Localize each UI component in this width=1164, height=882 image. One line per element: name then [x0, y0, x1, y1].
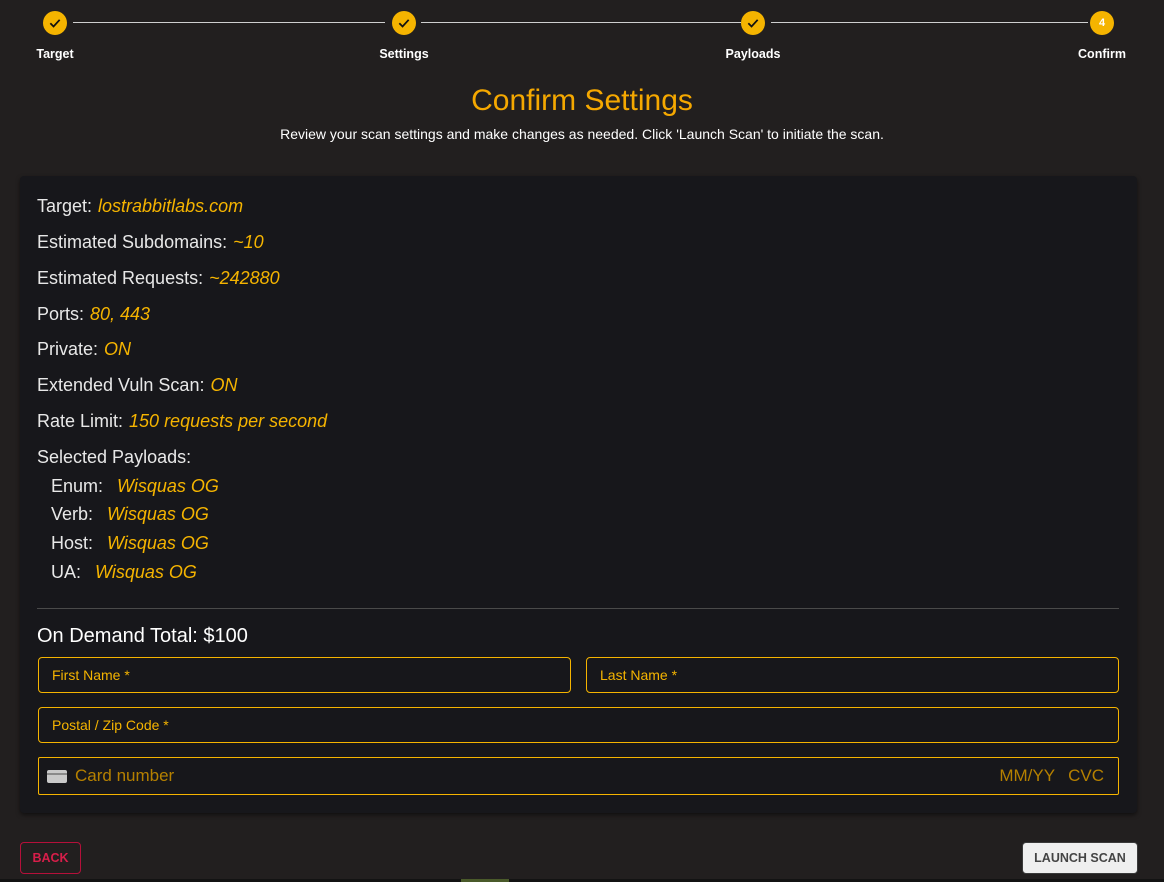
summary-private: Private: ON	[37, 339, 131, 360]
summary-ports: Ports: 80, 443	[37, 304, 150, 325]
summary-value: ~10	[233, 232, 264, 252]
card-number-placeholder: Card number	[75, 766, 175, 785]
postal-code-placeholder: Postal / Zip Code *	[52, 717, 169, 733]
step-settings[interactable]: Settings	[349, 11, 459, 61]
step-connector	[421, 22, 741, 23]
step-connector	[771, 22, 1088, 23]
first-name-field[interactable]: First Name *	[38, 657, 571, 693]
summary-vuln-scan: Extended Vuln Scan: ON	[37, 375, 237, 396]
payload-ua: UA: Wisquas OG	[51, 562, 197, 583]
payload-value: Wisquas OG	[107, 504, 209, 524]
step-target[interactable]: Target	[0, 11, 110, 61]
step-label: Payloads	[725, 47, 781, 61]
summary-subdomains: Estimated Subdomains: ~10	[37, 232, 264, 253]
summary-label: Rate Limit:	[37, 411, 124, 431]
check-icon	[43, 11, 67, 35]
payload-label: Enum:	[51, 476, 104, 496]
summary-label: Ports:	[37, 304, 85, 324]
card-expiry-placeholder[interactable]: MM/YY	[999, 766, 1055, 786]
last-name-field[interactable]: Last Name *	[586, 657, 1119, 693]
card-number-field[interactable]: Card number MM/YY CVC	[38, 757, 1119, 795]
summary-value: 80, 443	[90, 304, 151, 324]
page-title: Confirm Settings	[471, 84, 693, 117]
stepper: Target Settings Payloads 4 Confirm	[0, 0, 1164, 80]
payload-enum: Enum: Wisquas OG	[51, 476, 219, 497]
payload-label: UA:	[51, 562, 82, 582]
step-connector	[73, 22, 385, 23]
payload-value: Wisquas OG	[107, 533, 209, 553]
check-icon	[741, 11, 765, 35]
step-number: 4	[1090, 11, 1114, 35]
summary-value: ON	[210, 375, 238, 395]
credit-card-icon	[47, 769, 67, 783]
summary-requests: Estimated Requests: ~242880	[37, 268, 280, 289]
summary-rate-limit: Rate Limit: 150 requests per second	[37, 411, 327, 432]
summary-value: ON	[104, 339, 132, 359]
page-subtitle: Review your scan settings and make chang…	[280, 126, 884, 142]
step-label: Confirm	[1078, 47, 1126, 61]
payload-label: Verb:	[51, 504, 94, 524]
summary-value: ~242880	[209, 268, 280, 288]
step-payloads[interactable]: Payloads	[698, 11, 808, 61]
payload-value: Wisquas OG	[95, 562, 197, 582]
summary-payloads-heading: Selected Payloads:	[37, 447, 192, 467]
payload-verb: Verb: Wisquas OG	[51, 504, 209, 525]
summary-label: Target:	[37, 196, 93, 216]
step-number-text: 4	[1098, 17, 1106, 29]
postal-code-field[interactable]: Postal / Zip Code *	[38, 707, 1119, 743]
step-confirm[interactable]: 4 Confirm	[1047, 11, 1157, 61]
divider	[37, 608, 1119, 609]
payload-label: Host:	[51, 533, 94, 553]
summary-label: Extended Vuln Scan:	[37, 375, 205, 395]
launch-scan-button[interactable]: LAUNCH SCAN	[1022, 842, 1138, 874]
summary-label: Estimated Requests:	[37, 268, 204, 288]
back-button[interactable]: BACK	[20, 842, 81, 874]
step-label: Settings	[379, 47, 429, 61]
summary-target: Target: lostrabbitlabs.com	[37, 196, 243, 217]
summary-label: Private:	[37, 339, 99, 359]
payload-value: Wisquas OG	[117, 476, 219, 496]
settings-card: Target: lostrabbitlabs.com Estimated Subd…	[20, 176, 1137, 813]
card-cvc-placeholder[interactable]: CVC	[1068, 766, 1104, 786]
summary-value: 150 requests per second	[129, 411, 328, 431]
step-label: Target	[36, 47, 74, 61]
payload-host: Host: Wisquas OG	[51, 533, 209, 554]
check-icon	[392, 11, 416, 35]
last-name-placeholder: Last Name *	[600, 667, 678, 683]
summary-value: lostrabbitlabs.com	[98, 196, 244, 216]
first-name-placeholder: First Name *	[52, 667, 130, 683]
summary-label: Estimated Subdomains:	[37, 232, 228, 252]
order-total: On Demand Total: $100	[37, 625, 248, 647]
